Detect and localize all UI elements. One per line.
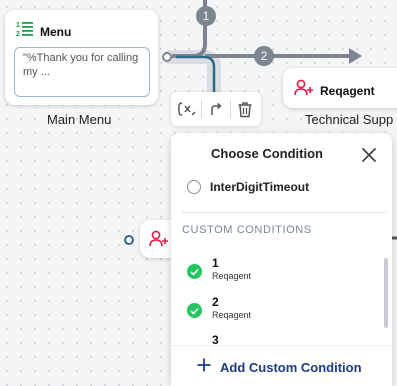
svg-text:1: 1 [16, 22, 20, 29]
condition-target: Reqagent [212, 310, 252, 320]
condition-target: Reqagent [212, 271, 252, 281]
menu-output-port[interactable] [162, 52, 172, 62]
numbered-list-icon: 1 2 [16, 20, 34, 43]
add-custom-condition-button[interactable]: Add Custom Condition [197, 358, 362, 377]
menu-node[interactable]: 1 2 Menu "%Thank you for calling my ... [5, 10, 158, 105]
reqagent-node-caption: Technical Supp [305, 112, 394, 127]
close-variable-icon[interactable] [176, 98, 198, 120]
svg-text:2: 2 [16, 31, 20, 38]
condition-number: 1 [212, 256, 219, 270]
edge-toolbar [171, 92, 261, 126]
add-custom-condition-label: Add Custom Condition [220, 360, 362, 375]
agent-input-port[interactable] [124, 235, 134, 245]
conditions-scrollbar[interactable] [384, 258, 388, 328]
add-user-icon [294, 79, 314, 102]
radio-button[interactable] [187, 180, 201, 194]
menu-preview-text[interactable]: "%Thank you for calling my ... [14, 47, 150, 97]
plus-icon [197, 358, 211, 377]
custom-condition-item[interactable]: 2 Reqagent [187, 295, 251, 321]
custom-conditions-header: CUSTOM CONDITIONS [182, 224, 312, 236]
check-circle-icon [187, 303, 202, 318]
reqagent-node[interactable]: Reqagent [283, 68, 397, 108]
panel-title: Choose Condition [211, 146, 323, 161]
check-circle-icon [187, 264, 202, 279]
condition-number: 2 [212, 295, 219, 309]
reqagent-node-header: Reqagent [294, 79, 375, 102]
menu-node-header: 1 2 Menu [16, 20, 71, 43]
menu-node-caption: Main Menu [47, 112, 112, 127]
close-icon[interactable] [358, 144, 380, 166]
trash-icon[interactable] [234, 98, 256, 120]
redirect-arrow-icon[interactable] [205, 98, 227, 120]
choose-condition-panel: Choose Condition InterDigitTimeout CUSTO… [171, 133, 392, 386]
add-user-icon [149, 230, 169, 253]
condition-option-interdigittimeout[interactable]: InterDigitTimeout [187, 180, 309, 194]
menu-node-title: Menu [40, 24, 72, 39]
condition-option-label: InterDigitTimeout [210, 180, 310, 194]
edge-badge-2[interactable]: 2 [254, 46, 274, 66]
edge-badge-1[interactable]: 1 [196, 6, 216, 26]
toolbar-divider [201, 100, 203, 118]
section-divider [182, 212, 387, 213]
panel-footer: Add Custom Condition [171, 345, 392, 386]
reqagent-node-title: Reqagent [320, 83, 375, 98]
toolbar-divider [229, 100, 231, 118]
custom-condition-item[interactable]: 1 Reqagent [187, 256, 251, 282]
